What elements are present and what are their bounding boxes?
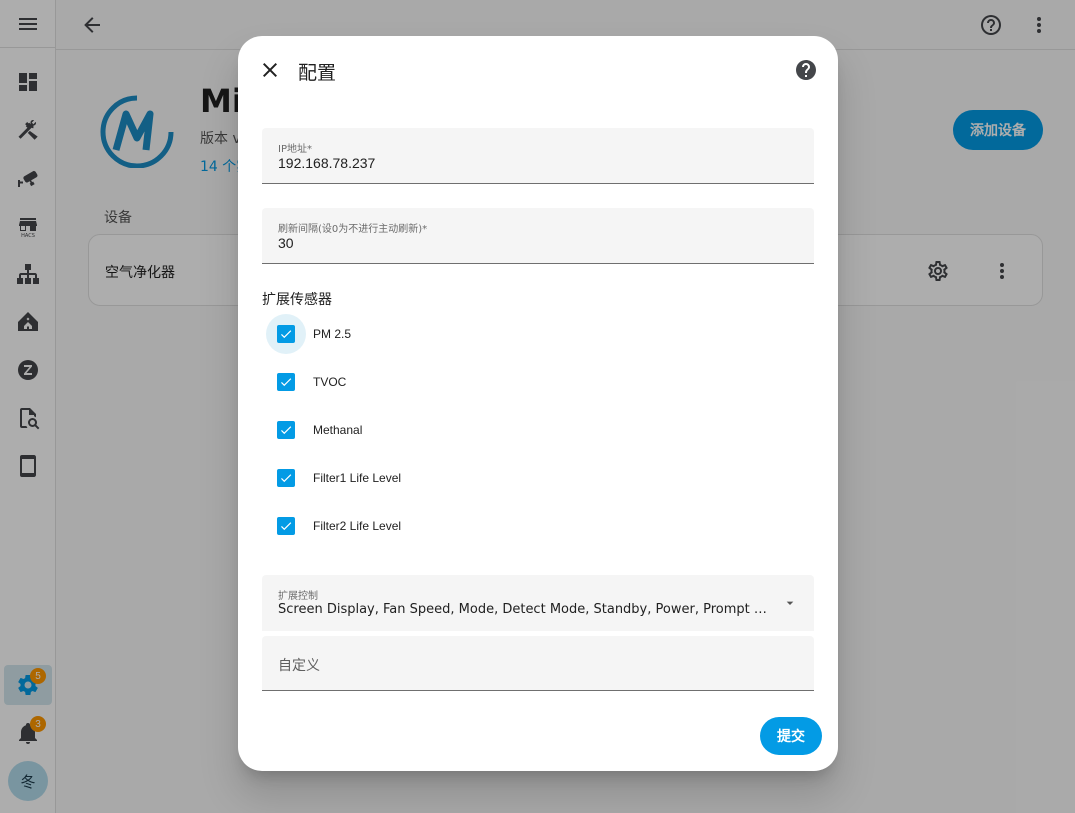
extended-controls-label: 扩展控制: [278, 591, 318, 602]
checkbox-methanal[interactable]: Methanal: [266, 410, 666, 450]
ip-address-field[interactable]: IP地址* 192.168.78.237: [262, 128, 814, 184]
ip-address-label: IP地址*: [278, 144, 312, 155]
dialog-title: 配置: [298, 62, 337, 84]
checkbox-tvoc[interactable]: TVOC: [266, 362, 666, 402]
close-icon: [263, 63, 277, 77]
refresh-interval-value: 30: [278, 235, 294, 251]
help-circle-icon: [796, 60, 816, 80]
checkbox-label: Filter2 Life Level: [313, 519, 402, 533]
dropdown-arrow-icon[interactable]: [782, 595, 798, 611]
check-icon: [281, 378, 292, 387]
checkbox-label: TVOC: [313, 375, 347, 389]
close-button[interactable]: [258, 58, 282, 82]
checkbox-pm25[interactable]: PM 2.5: [266, 314, 666, 354]
custom-input-placeholder: 自定义: [278, 658, 320, 674]
check-icon: [281, 474, 292, 483]
checkbox-filter1-life-level[interactable]: Filter1 Life Level: [266, 458, 666, 498]
check-icon: [281, 522, 292, 531]
sensors-section-title: 扩展传感器: [262, 292, 332, 308]
checkbox-filter2-life-level[interactable]: Filter2 Life Level: [266, 506, 666, 546]
dialog-help-button[interactable]: [794, 58, 818, 82]
checkbox-label: PM 2.5: [313, 327, 352, 341]
checkbox-checked[interactable]: [277, 517, 295, 535]
config-dialog: 配置 IP地址* 192.168.78.237 刷新间隔(设0为不进行主动刷新)…: [238, 36, 838, 771]
extended-controls-value: Screen Display, Fan Speed, Mode, Detect …: [278, 602, 768, 617]
checkbox-checked[interactable]: [277, 373, 295, 391]
check-icon: [281, 426, 292, 435]
refresh-interval-field[interactable]: 刷新间隔(设0为不进行主动刷新)* 30: [262, 208, 814, 264]
checkbox-checked[interactable]: [277, 421, 295, 439]
refresh-interval-label: 刷新间隔(设0为不进行主动刷新)*: [278, 224, 428, 235]
submit-button[interactable]: 提交: [760, 717, 822, 755]
custom-input[interactable]: 自定义: [262, 636, 814, 691]
checkbox-checked[interactable]: [277, 325, 295, 343]
extended-controls-select[interactable]: 扩展控制 Screen Display, Fan Speed, Mode, De…: [262, 575, 814, 631]
checkbox-label: Filter1 Life Level: [313, 471, 402, 485]
checkbox-checked[interactable]: [277, 469, 295, 487]
ip-address-value: 192.168.78.237: [278, 155, 376, 171]
checkbox-label: Methanal: [313, 423, 363, 437]
check-icon: [281, 330, 292, 339]
